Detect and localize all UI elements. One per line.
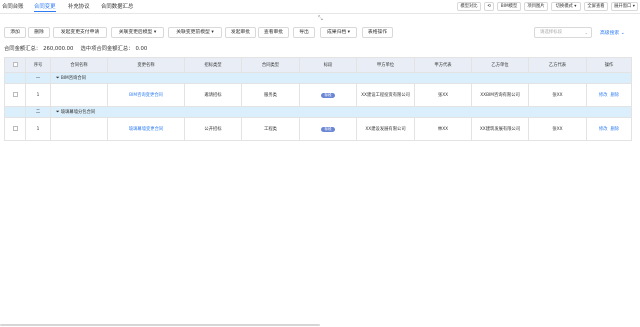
column-header: 标段 [299, 57, 357, 73]
cell-contract-type: 工程类 [241, 117, 300, 141]
tab-contract-ledger[interactable]: 合同台账 [2, 2, 24, 12]
cell-party-a-rep: 张XX [414, 83, 472, 107]
cell-section: 标段 [299, 117, 357, 141]
link-after-change-model-dropdown[interactable]: 关联变更后模型 ▾ [111, 27, 164, 38]
cell-tender-type: 公开招标 [184, 117, 242, 141]
cell-change-name[interactable]: 玻璃幕墙变更合同 [107, 117, 185, 141]
group-row[interactable]: 二 ⏷ 玻璃幕墙分包合同 [4, 106, 632, 118]
change-name-link[interactable]: BIM咨询变更合同 [129, 93, 163, 98]
column-header: 序号 [25, 57, 51, 73]
selected-amount-label: 选中项合同金额汇总： [80, 46, 134, 52]
chevron-down-icon: ⌄ [584, 30, 588, 35]
delete-link[interactable]: 删除 [611, 127, 620, 132]
cell-contract-name [50, 83, 108, 107]
amount-summary: 合同金额汇总： 260,000.00 选中项合同金额汇总： 0.00 [4, 44, 149, 52]
tab-contract-change[interactable]: 合同变更 [34, 2, 56, 12]
group-index: 二 [25, 106, 51, 118]
advanced-search-link[interactable]: 高级搜索 ⌄ [600, 29, 625, 36]
column-header: 操作 [586, 57, 632, 73]
section-select[interactable]: 请选择标段 ⌄ [534, 27, 592, 38]
project-images-button[interactable]: 项目图片 [524, 2, 548, 11]
model-compare-button[interactable]: 模型对比 [457, 2, 481, 11]
section-badge: 标段 [321, 126, 335, 132]
cell-contract-name [50, 117, 108, 141]
table-operations-button[interactable]: 表格操作 [362, 27, 393, 38]
column-header: 乙方代表 [528, 57, 587, 73]
cell-party-b-rep: 张XX [528, 117, 587, 141]
top-tab-bar: 合同台账 合同变更 补充协议 合同数据汇总 模型对比 ⟲ BIM模型 项目图片 … [0, 0, 640, 14]
tab-supplementary-agreement[interactable]: 补充协议 [68, 2, 90, 12]
column-header: 甲方代表 [414, 57, 472, 73]
horizontal-scrollbar[interactable] [0, 324, 320, 326]
cell-change-name[interactable]: BIM咨询变更合同 [107, 83, 185, 107]
initiate-approval-button[interactable]: 发起审批 [225, 27, 256, 38]
view-approval-button[interactable]: 查看审批 [258, 27, 289, 38]
group-name-label: BIM咨询合同 [60, 76, 86, 81]
cell-party-a: XX建设工程投资有限公司 [356, 83, 415, 107]
select-all-checkbox[interactable] [4, 57, 26, 73]
column-header: 合同类型 [241, 57, 300, 73]
section-badge: 标段 [321, 92, 335, 98]
selected-amount-value: 0.00 [135, 46, 148, 52]
edit-link[interactable]: 修改 [599, 127, 608, 132]
switch-mode-dropdown[interactable]: 切换模式 ▾ [551, 2, 581, 11]
group-row[interactable]: 一 ⏷ BIM咨询合同 [4, 72, 632, 84]
group-name-label: 玻璃幕墙分包合同 [60, 110, 96, 115]
tab-contract-data-summary[interactable]: 合同数据汇总 [101, 2, 133, 12]
refresh-icon[interactable]: ⟲ [484, 2, 494, 11]
collapse-arrows-icon[interactable]: ⤡ [318, 15, 323, 23]
table-row[interactable]: 1 玻璃幕墙变更合同 公开招标 工程类 标段 XX建设发展有限公司 林XX XX… [4, 117, 632, 141]
initiate-change-payment-button[interactable]: 发起变更支付申请 [53, 27, 107, 38]
cell-party-b: XXBIM咨询有限公司 [471, 83, 529, 107]
export-button[interactable]: 导出 [293, 27, 315, 38]
group-name[interactable]: ⏷ 玻璃幕墙分包合同 [50, 106, 632, 118]
column-header: 甲方单位 [356, 57, 415, 73]
total-amount-value: 260,000.00 [43, 46, 74, 52]
column-header: 合同名称 [50, 57, 108, 73]
cell-operations: 修改 删除 [586, 83, 632, 107]
cell-section: 标段 [299, 83, 357, 107]
row-checkbox[interactable] [4, 117, 26, 141]
cell-tender-type: 邀请招标 [184, 83, 242, 107]
cell-party-a: XX建设发展有限公司 [356, 117, 415, 141]
archive-results-dropdown[interactable]: 成果归档 ▾ [320, 27, 357, 38]
row-checkbox[interactable] [4, 83, 26, 107]
cell-operations: 修改 删除 [586, 117, 632, 141]
cell-contract-type: 服务类 [241, 83, 300, 107]
delete-button[interactable]: 删除 [28, 27, 50, 38]
cell-party-b-rep: 张XX [528, 83, 587, 107]
column-header: 变更名称 [107, 57, 185, 73]
add-button[interactable]: 添加 [4, 27, 26, 38]
link-before-change-model-dropdown[interactable]: 关联变更前模型 ▾ [168, 27, 222, 38]
cell-party-a-rep: 林XX [414, 117, 472, 141]
group-spacer [4, 72, 26, 84]
table-row[interactable]: 1 BIM咨询变更合同 邀请招标 服务类 标段 XX建设工程投资有限公司 张XX… [4, 83, 632, 107]
group-index: 一 [25, 72, 51, 84]
cell-party-b: XX建筑发展有限公司 [471, 117, 529, 141]
cell-no: 1 [25, 83, 51, 107]
group-spacer [4, 106, 26, 118]
change-name-link[interactable]: 玻璃幕墙变更合同 [129, 127, 163, 132]
edit-link[interactable]: 修改 [599, 93, 608, 98]
total-amount-label: 合同金额汇总： [4, 46, 42, 52]
expand-window-dropdown[interactable]: 展开窗口 ▾ [611, 2, 638, 11]
cell-no: 1 [25, 117, 51, 141]
column-header: 乙方单位 [471, 57, 529, 73]
column-header: 招标类型 [184, 57, 242, 73]
delete-link[interactable]: 删除 [611, 93, 620, 98]
fullscreen-button[interactable]: 全屏查看 [584, 2, 608, 11]
group-name[interactable]: ⏷ BIM咨询合同 [50, 72, 632, 84]
bim-model-button[interactable]: BIM模型 [497, 2, 521, 11]
table-header-row: 序号 合同名称 变更名称 招标类型 合同类型 标段 甲方单位 甲方代表 乙方单位… [4, 57, 632, 73]
section-select-placeholder: 请选择标段 [540, 30, 562, 35]
contract-change-table: 序号 合同名称 变更名称 招标类型 合同类型 标段 甲方单位 甲方代表 乙方单位… [4, 57, 632, 141]
